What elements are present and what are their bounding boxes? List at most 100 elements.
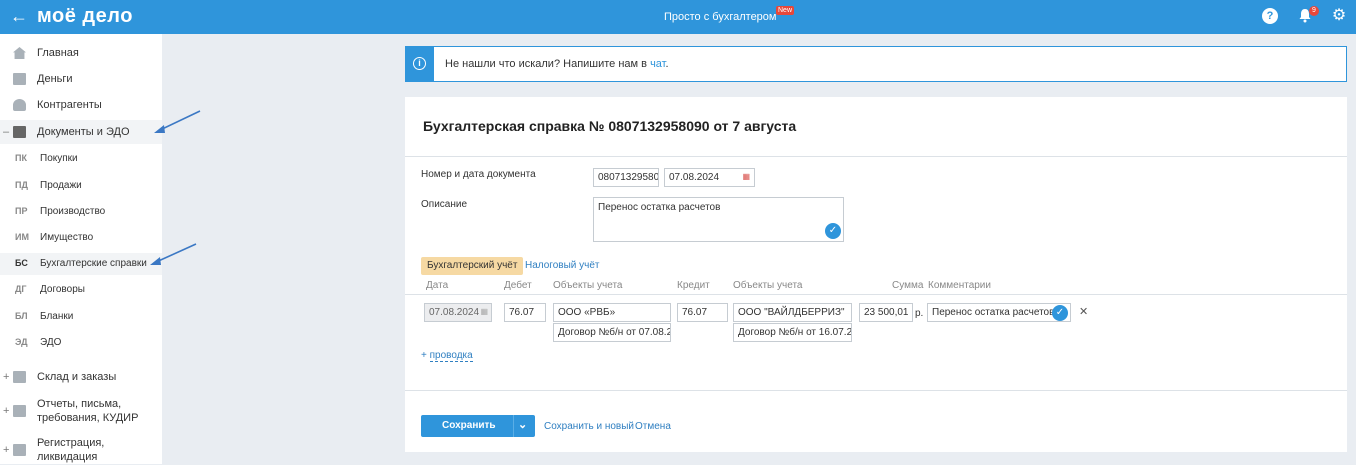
sidebar-subitem-accounting-statements[interactable]: БС Бухгалтерские справки [0, 253, 162, 275]
document-number-input[interactable]: 0807132958090 [593, 168, 659, 187]
sidebar-item-warehouse[interactable]: + Склад и заказы [0, 365, 162, 389]
folder-icon [13, 126, 26, 138]
calendar-icon: ▦ [480, 307, 488, 316]
sidebar-item-label: Главная [37, 47, 79, 59]
contractors-icon [13, 99, 26, 111]
column-comment: Комментарии [928, 280, 991, 291]
column-debit-objects: Объекты учета [553, 280, 623, 291]
calendar-icon[interactable]: ▦ [742, 172, 750, 181]
info-icon-box: i [406, 47, 434, 81]
currency-label: р. [915, 308, 924, 319]
warehouse-icon [13, 371, 26, 383]
subitem-code: БЛ [15, 311, 28, 321]
sidebar-item-label-line: Регистрация, [37, 437, 105, 449]
help-icon[interactable]: ? [1262, 8, 1278, 24]
sidebar-subitem-sales[interactable]: ПД Продажи [0, 175, 162, 197]
gear-icon[interactable]: ⚙ [1331, 8, 1347, 24]
debit-contract-input[interactable]: Договор №б/н от 07.08.2024 [553, 323, 671, 342]
sidebar-item-label-line: требования, КУДИР [37, 412, 139, 424]
expand-toggle[interactable]: + [3, 444, 9, 456]
debit-input[interactable]: 76.07 [504, 303, 546, 322]
annotation-arrow-icon [150, 243, 197, 265]
money-icon [13, 73, 26, 85]
button-separator [513, 415, 514, 437]
divider [405, 294, 1347, 295]
close-icon[interactable]: ✕ [1079, 305, 1088, 318]
sidebar-item-documents[interactable]: – Документы и ЭДО [0, 120, 162, 144]
save-label: Сохранить [442, 420, 496, 431]
sidebar-subitem-edo[interactable]: ЭД ЭДО [0, 332, 162, 354]
sidebar-item-reports[interactable]: + Отчеты, письма, требования, КУДИР [0, 396, 162, 426]
collapse-toggle[interactable]: – [3, 126, 9, 138]
subitem-label: Производство [40, 206, 106, 217]
sum-input[interactable]: 23 500,01 [859, 303, 913, 322]
credit-input[interactable]: 76.07 [677, 303, 728, 322]
sidebar: Главная Деньги Контрагенты – Документы и… [0, 34, 162, 464]
subitem-label: Продажи [40, 180, 82, 191]
top-bar: ← моё дело Просто с бухгалтером New ? 9 … [0, 0, 1356, 34]
sidebar-item-label: Склад и заказы [37, 371, 117, 383]
info-end: . [665, 58, 669, 70]
column-date: Дата [426, 280, 449, 291]
sidebar-item-home[interactable]: Главная [0, 41, 162, 65]
sidebar-item-label: Отчеты, письма, требования, КУДИР [37, 397, 138, 425]
save-and-new-link[interactable]: Сохранить и новый [544, 421, 634, 432]
column-sum: Сумма [892, 280, 924, 291]
sidebar-subitem-forms[interactable]: БЛ Бланки [0, 306, 162, 328]
cancel-link[interactable]: Отмена [635, 421, 671, 432]
tab-tax[interactable]: Налоговый учёт [525, 260, 600, 271]
document-card: Бухгалтерская справка № 0807132958090 от… [405, 97, 1347, 452]
subitem-label: Имущество [40, 232, 94, 243]
sidebar-item-contractors[interactable]: Контрагенты [0, 93, 162, 117]
sidebar-item-money[interactable]: Деньги [0, 67, 162, 91]
column-credit: Кредит [677, 280, 710, 291]
chevron-down-icon[interactable]: ⌄ [518, 418, 527, 431]
comment-input[interactable]: Перенос остатка расчетов [927, 303, 1071, 322]
credit-contract-input[interactable]: Договор №б/н от 16.07.2024 [733, 323, 852, 342]
subitem-label: Бухгалтерские справки [40, 258, 147, 269]
subitem-label: ЭДО [40, 337, 62, 348]
add-entry-label: проводка [429, 350, 473, 362]
subitem-code: ПК [15, 153, 27, 163]
page-title: Бухгалтерская справка № 0807132958090 от… [423, 118, 797, 134]
credit-object-input[interactable]: ООО "ВАЙЛДБЕРРИЗ" [733, 303, 852, 322]
subitem-code: ЭД [15, 337, 28, 347]
chat-link[interactable]: чат [650, 58, 665, 70]
save-button[interactable]: Сохранить ⌄ [421, 415, 535, 437]
info-banner: i Не нашли что искали? Напишите нам в ча… [405, 46, 1347, 82]
sidebar-item-label: Документы и ЭДО [37, 126, 130, 138]
check-icon: ✓ [1052, 305, 1068, 321]
subitem-code: ДГ [15, 284, 27, 294]
subitem-label: Бланки [40, 311, 74, 322]
sidebar-item-label: Регистрация, ликвидация [37, 436, 104, 464]
document-date-input[interactable]: 07.08.2024 ▦ [664, 168, 755, 187]
debit-object-input[interactable]: ООО «РВБ» [553, 303, 671, 322]
sidebar-subitem-contracts[interactable]: ДГ Договоры [0, 279, 162, 301]
tab-accounting[interactable]: Бухгалтерский учёт [421, 257, 524, 275]
description-label: Описание [421, 199, 468, 210]
subitem-label: Покупки [40, 153, 78, 164]
expand-toggle[interactable]: + [3, 405, 9, 417]
sidebar-item-registration[interactable]: + Регистрация, ликвидация [0, 435, 162, 465]
subitem-code: БС [15, 258, 28, 268]
description-textarea[interactable]: Перенос остатка расчетов [593, 197, 844, 242]
divider [405, 390, 1347, 391]
column-credit-objects: Объекты учета [733, 280, 803, 291]
description-value: Перенос остатка расчетов [598, 202, 721, 213]
subitem-code: ИМ [15, 232, 29, 242]
info-text: Не нашли что искали? Напишите нам в чат. [445, 58, 669, 70]
registration-icon [13, 444, 26, 456]
info-icon: i [413, 57, 426, 70]
subitem-code: ПР [15, 206, 28, 216]
sidebar-subitem-purchases[interactable]: ПК Покупки [0, 148, 162, 170]
promo-link[interactable]: Просто с бухгалтером [664, 11, 776, 23]
back-arrow-icon[interactable]: ← [10, 6, 28, 27]
logo[interactable]: моё дело [37, 5, 133, 28]
sidebar-subitem-property[interactable]: ИМ Имущество [0, 227, 162, 249]
reports-icon [13, 405, 26, 417]
entry-date-input: 07.08.2024 ▦ [424, 303, 492, 322]
add-entry-link[interactable]: + проводка [421, 350, 473, 362]
expand-toggle[interactable]: + [3, 371, 9, 383]
sidebar-subitem-production[interactable]: ПР Производство [0, 201, 162, 223]
subitem-label: Договоры [40, 284, 85, 295]
